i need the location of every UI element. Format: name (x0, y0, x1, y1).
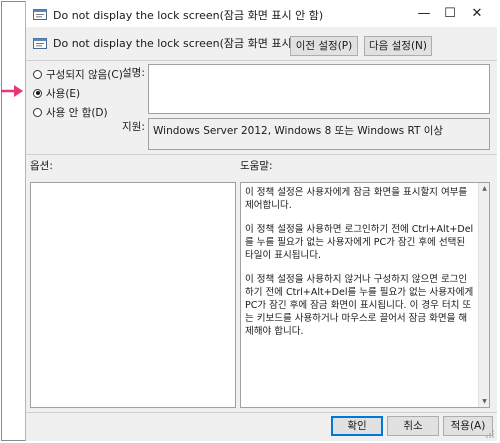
supported-label: 지원: (122, 121, 145, 133)
comment-label: 설명: (122, 67, 145, 79)
scroll-up-icon[interactable]: ▲ (479, 183, 489, 194)
help-paragraph: 이 정책 설정을 사용하면 로그인하기 전에 Ctrl+Alt+Del를 누를 … (245, 224, 474, 261)
policy-setting-icon (33, 9, 47, 20)
radio-label: 사용(E) (46, 87, 81, 100)
header-separator (26, 60, 497, 61)
help-paragraph: 이 정책 설정은 사용자에게 잠금 화면을 표시할지 여부를 제어합니다. (245, 187, 468, 211)
scroll-down-icon[interactable]: ▼ (479, 396, 489, 407)
help-paragraph: 이 정책 설정을 사용하지 않거나 구성하지 않으면 로그인하기 전에 Ctrl… (245, 274, 474, 337)
supported-on-field: Windows Server 2012, Windows 8 또는 Window… (148, 118, 490, 150)
help-text: 이 정책 설정은 사용자에게 잠금 화면을 표시할지 여부를 제어합니다. 이 … (241, 183, 478, 338)
help-panel: 이 정책 설정은 사용자에게 잠금 화면을 표시할지 여부를 제어합니다. 이 … (240, 182, 490, 408)
title-bar: Do not display the lock screen(잠금 화면 표시 … (26, 1, 497, 27)
options-panel (30, 182, 236, 408)
ok-button[interactable]: 확인 (331, 416, 383, 436)
radio-enabled[interactable]: 사용(E) (33, 86, 80, 100)
radio-circle[interactable] (33, 69, 42, 79)
radio-circle-checked[interactable] (33, 88, 42, 98)
radio-label: 사용 안 함(D) (46, 106, 108, 119)
maximize-button[interactable]: ☐ (441, 5, 459, 23)
comment-textarea[interactable] (148, 64, 490, 114)
supported-on-value: Windows Server 2012, Windows 8 또는 Window… (153, 125, 444, 137)
minimize-button[interactable]: — (415, 5, 433, 23)
pointer-arrow-icon (1, 85, 23, 97)
policy-setting-dialog: Do not display the lock screen(잠금 화면 표시 … (25, 1, 497, 441)
radio-circle[interactable] (33, 107, 42, 117)
cancel-button[interactable]: 취소 (387, 416, 439, 436)
window-title: Do not display the lock screen(잠금 화면 표시 … (53, 9, 324, 22)
help-label: 도움말: (240, 160, 273, 172)
previous-setting-button[interactable]: 이전 설정(P) (290, 36, 358, 56)
options-label: 옵션: (30, 160, 53, 172)
close-button[interactable]: ✕ (468, 5, 486, 23)
policy-setting-icon (33, 38, 47, 49)
next-setting-button[interactable]: 다음 설정(N) (364, 36, 432, 56)
resize-grip-icon[interactable] (486, 430, 494, 438)
radio-label: 구성되지 않음(C) (46, 68, 123, 81)
radio-not-configured[interactable]: 구성되지 않음(C) (33, 67, 123, 81)
setting-name: Do not display the lock screen(잠금 화면 표시 … (53, 37, 324, 50)
middle-separator (26, 154, 497, 155)
footer-separator (26, 412, 497, 413)
help-scrollbar[interactable]: ▲ ▼ (478, 183, 489, 407)
radio-disabled[interactable]: 사용 안 함(D) (33, 105, 108, 119)
